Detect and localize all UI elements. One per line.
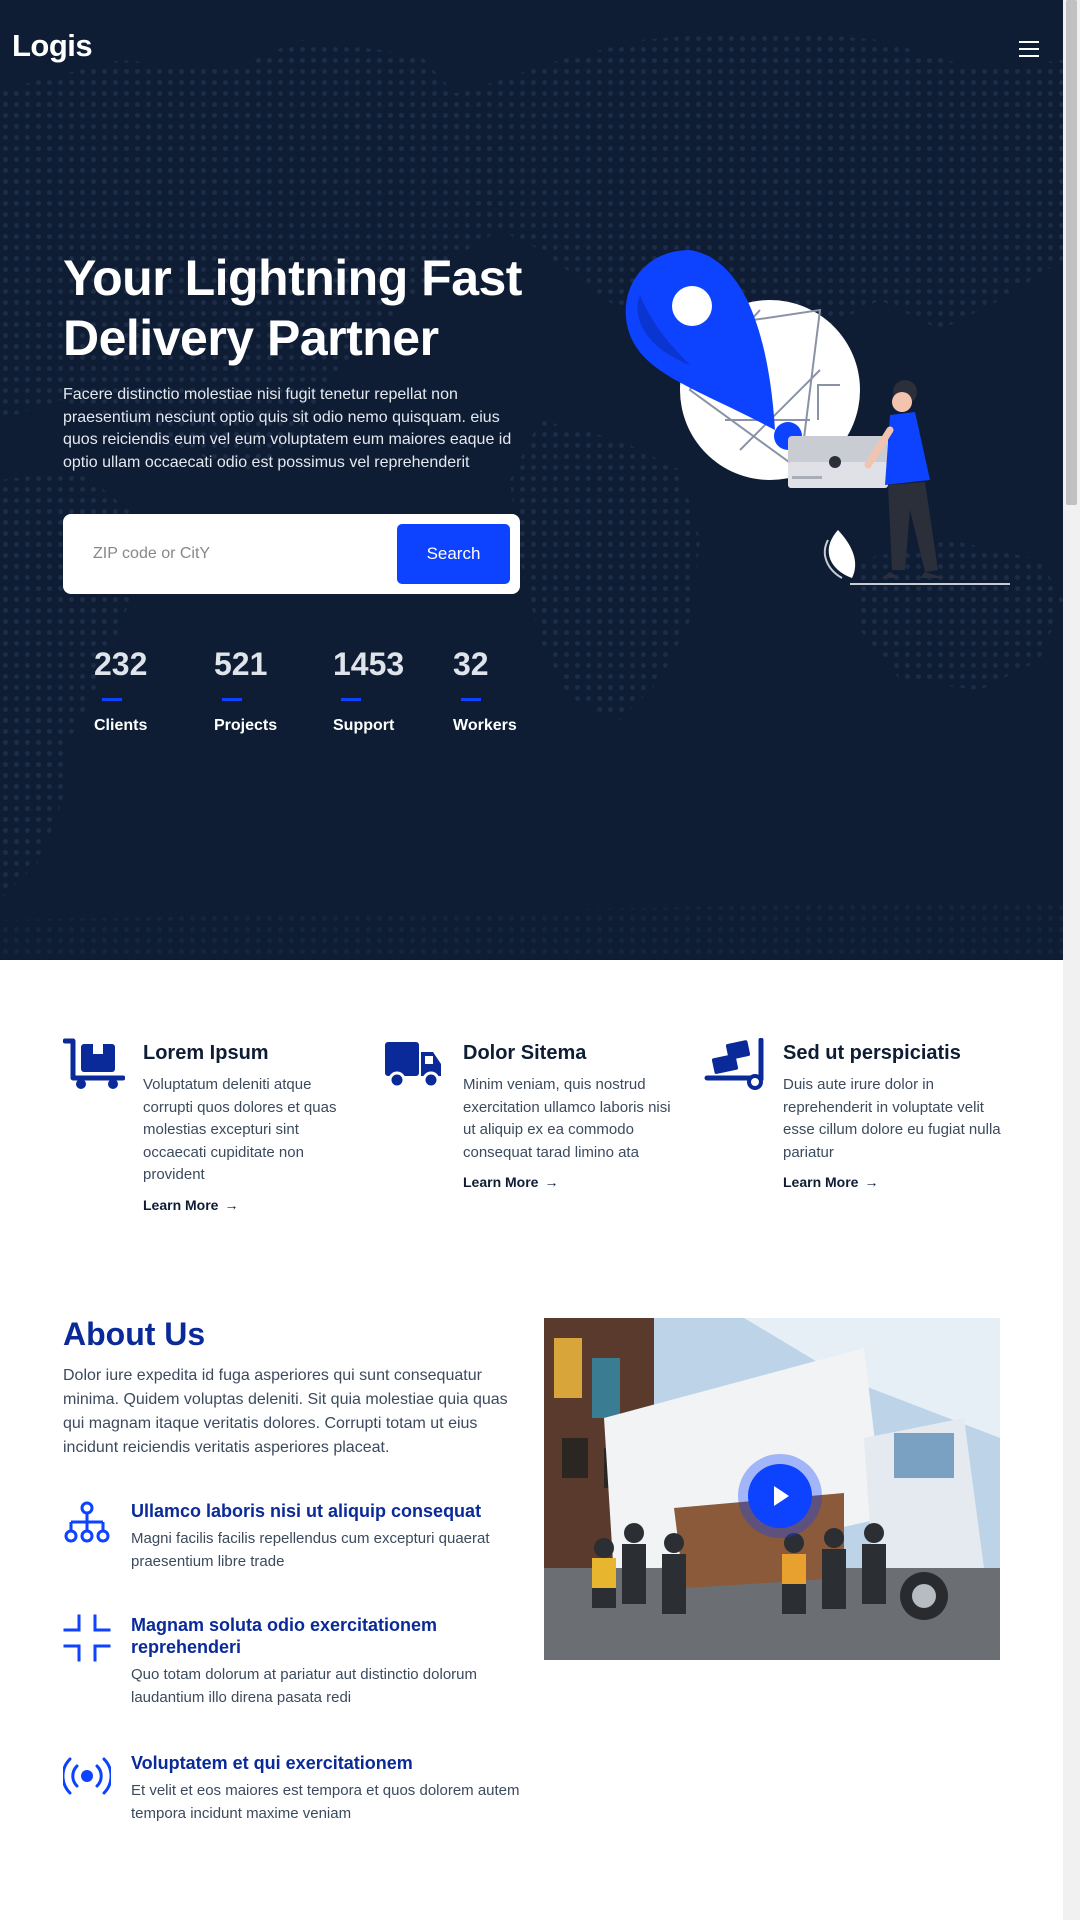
stat-label: Workers [453, 717, 517, 734]
services-section: Lorem Ipsum Voluptatum deleniti atque co… [0, 960, 1063, 1290]
feature-title: Magnam soluta odio exercitationem repreh… [131, 1615, 438, 1657]
truck-icon [385, 1042, 441, 1089]
learn-more-link[interactable]: Learn More → [463, 1174, 558, 1190]
hero-description: Facere distinctio molestiae nisi fugit t… [63, 386, 512, 471]
arrow-right-icon: → [864, 1174, 879, 1190]
learn-more-label: Learn More [143, 1196, 219, 1213]
stat-divider [461, 698, 481, 701]
feature-text: Et velit et eos maiores est tempora et q… [131, 1782, 520, 1822]
service-text: Voluptatum deleniti atque corrupti quos … [143, 1076, 337, 1183]
scrollbar-thumb[interactable] [1066, 0, 1077, 505]
site-header: Logis [12, 28, 1042, 68]
stat-label: Clients [94, 717, 148, 734]
cart-icon [63, 1038, 125, 1089]
site-logo[interactable]: Logis [12, 28, 93, 64]
fullscreen-exit-icon [63, 1614, 111, 1662]
stat-value: 32 [453, 646, 489, 682]
stat-item: 232 Clients [94, 644, 204, 735]
search-form: Search [63, 514, 520, 594]
stat-label: Projects [214, 717, 278, 734]
stat-item: 32 Workers [453, 644, 563, 735]
play-icon[interactable] [748, 1464, 812, 1528]
feature-body: Magnam soluta odio exercitationem repreh… [131, 1614, 523, 1709]
feature-text: Quo totam dolorum at pariatur aut distin… [131, 1666, 478, 1706]
stat-value: 1453 [333, 646, 405, 682]
learn-more-link[interactable]: Learn More → [143, 1197, 238, 1213]
service-text: Minim veniam, quis nostrud exercitation … [463, 1076, 671, 1161]
about-title: About Us [63, 1316, 206, 1352]
stat-divider [102, 698, 122, 701]
feature-body: Ullamco laboris nisi ut aliquip consequa… [131, 1500, 523, 1573]
arrow-right-icon: → [544, 1174, 559, 1190]
search-input[interactable] [75, 524, 385, 584]
feature-title: Voluptatem et qui exercitationem [131, 1753, 413, 1773]
stat-value: 521 [214, 646, 268, 682]
hamburger-icon[interactable] [1016, 36, 1042, 60]
hero-section: Logis Your Lightning Fast Delivery Partn… [0, 0, 1063, 960]
learn-more-link[interactable]: Learn More → [783, 1174, 878, 1190]
about-video[interactable] [544, 1318, 1000, 1660]
dolly-icon [704, 1038, 764, 1090]
service-title: Sed ut perspiciatis [783, 1042, 961, 1064]
feature-body: Voluptatem et qui exercitationem Et veli… [131, 1752, 523, 1825]
broadcast-icon [63, 1757, 111, 1795]
service-text: Duis aute irure dolor in reprehenderit i… [783, 1076, 1001, 1161]
stat-value: 232 [94, 646, 148, 682]
service-title: Lorem Ipsum [143, 1042, 269, 1064]
stats-row: 232 Clients 521 Projects 1453 Support 32… [94, 644, 534, 744]
stat-divider [222, 698, 242, 701]
arrow-right-icon: → [224, 1196, 239, 1213]
service-title: Dolor Sitema [463, 1042, 587, 1064]
service-body: Dolor Sitema Minim veniam, quis nostrud … [463, 1038, 683, 1192]
service-body: Lorem Ipsum Voluptatum deleniti atque co… [143, 1038, 363, 1215]
stat-label: Support [333, 717, 395, 734]
delivery-illustration [625, 250, 1010, 585]
search-button[interactable]: Search [397, 524, 510, 584]
scrollbar[interactable] [1063, 0, 1080, 1920]
feature-title: Ullamco laboris nisi ut aliquip consequa… [131, 1501, 482, 1521]
hero-title: Your Lightning Fast Delivery Partner [63, 250, 522, 366]
stat-item: 1453 Support [333, 644, 443, 735]
learn-more-label: Learn More [783, 1174, 859, 1190]
stat-divider [341, 698, 361, 701]
stat-item: 521 Projects [214, 644, 324, 735]
feature-text: Magni facilis facilis repellendus cum ex… [131, 1530, 490, 1570]
service-body: Sed ut perspiciatis Duis aute irure dolo… [783, 1038, 1003, 1192]
about-text: Dolor iure expedita id fuga asperiores q… [63, 1367, 508, 1456]
diagram-icon [64, 1501, 110, 1543]
learn-more-label: Learn More [463, 1174, 539, 1190]
